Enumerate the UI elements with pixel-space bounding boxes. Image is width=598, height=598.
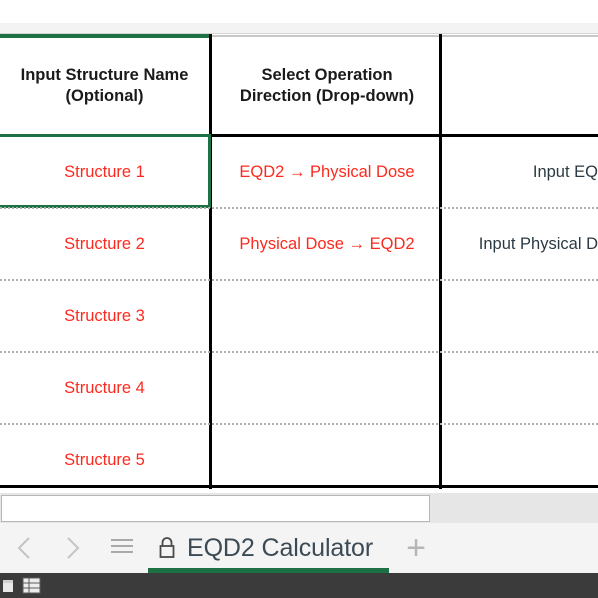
table-row[interactable]: Structure 2 Physical Dose → EQD2 Input P… <box>0 207 598 279</box>
cell-input-label[interactable] <box>445 353 598 423</box>
cell-operation-direction[interactable]: Physical Dose → EQD2 <box>212 209 442 279</box>
table-row[interactable]: Structure 5 <box>0 423 598 489</box>
cell-input-label[interactable]: Input EQ <box>445 137 598 207</box>
cell-operation-direction[interactable] <box>212 353 442 423</box>
cell-structure-name[interactable]: Structure 3 <box>0 281 209 351</box>
column-header-third[interactable] <box>445 38 598 134</box>
cell-input-label-text: Input EQ <box>532 162 598 181</box>
cell-input-label[interactable]: Input Physical D <box>445 209 598 279</box>
cell-structure-name-text: Structure 2 <box>64 234 145 253</box>
sheet-tab-bar: EQD2 Calculator + <box>0 523 598 573</box>
cell-input-label[interactable] <box>445 425 598 489</box>
table-header-row: Input Structure Name (Optional) Select O… <box>0 38 598 137</box>
worksheet-grid[interactable]: Input Structure Name (Optional) Select O… <box>0 34 598 489</box>
chevron-left-icon <box>16 535 33 561</box>
cell-input-label-text: Input Physical D <box>478 234 598 253</box>
table-bottom-border <box>0 485 598 488</box>
cell-structure-name-text: Structure 1 <box>64 162 145 181</box>
column-header-operation-direction-line2: Direction (Drop-down) <box>239 87 415 105</box>
all-sheets-button[interactable] <box>96 523 148 573</box>
cell-structure-name[interactable]: Structure 1 <box>0 134 211 208</box>
table-body: Structure 1 EQD2 → Physical Dose Input E… <box>0 134 598 489</box>
column-header-operation-direction-line1: Select Operation <box>261 65 393 84</box>
start-icon[interactable] <box>0 573 16 598</box>
os-taskbar <box>0 573 598 598</box>
previous-sheet-button[interactable] <box>0 523 48 573</box>
cell-operation-direction[interactable] <box>212 281 442 351</box>
column-header-structure-name-line2: (Optional) <box>65 87 144 105</box>
window-top-gap <box>0 0 598 23</box>
horizontal-scrollbar-thumb[interactable] <box>1 495 430 522</box>
hamburger-icon <box>110 537 134 560</box>
cell-structure-name-text: Structure 4 <box>64 378 145 397</box>
plus-icon: + <box>406 529 426 567</box>
cell-operation-direction-text: Physical Dose → EQD2 <box>239 234 415 253</box>
cell-input-label[interactable] <box>445 281 598 351</box>
sheet-tab-eqd2-calculator[interactable]: EQD2 Calculator <box>148 523 390 573</box>
grid-top-band <box>0 23 598 34</box>
cell-structure-name-text: Structure 5 <box>64 450 145 469</box>
table-top-gray-border <box>211 35 598 37</box>
chevron-right-icon <box>64 535 81 561</box>
cell-structure-name[interactable]: Structure 4 <box>0 353 209 423</box>
cell-operation-direction-text: EQD2 → Physical Dose <box>239 162 415 181</box>
excel-taskbar-icon[interactable] <box>16 573 46 598</box>
cell-operation-direction[interactable]: EQD2 → Physical Dose <box>212 137 442 207</box>
add-sheet-button[interactable]: + <box>389 523 443 573</box>
horizontal-scrollbar[interactable] <box>0 492 598 523</box>
sheet-tab-label: EQD2 Calculator <box>187 533 374 562</box>
table-row[interactable]: Structure 1 EQD2 → Physical Dose Input E… <box>0 134 598 208</box>
cell-structure-name[interactable]: Structure 5 <box>0 425 209 489</box>
column-header-structure-name-line1: Input Structure Name <box>20 65 189 84</box>
spreadsheet-window: Input Structure Name (Optional) Select O… <box>0 0 598 598</box>
column-header-operation-direction[interactable]: Select Operation Direction (Drop-down) <box>212 38 442 134</box>
next-sheet-button[interactable] <box>48 523 96 573</box>
cell-structure-name[interactable]: Structure 2 <box>0 209 209 279</box>
lock-icon <box>156 535 178 561</box>
cell-operation-direction[interactable] <box>212 425 442 489</box>
table-row[interactable]: Structure 3 <box>0 279 598 351</box>
column-header-structure-name[interactable]: Input Structure Name (Optional) <box>0 38 209 134</box>
cell-structure-name-text: Structure 3 <box>64 306 145 325</box>
table-row[interactable]: Structure 4 <box>0 351 598 423</box>
